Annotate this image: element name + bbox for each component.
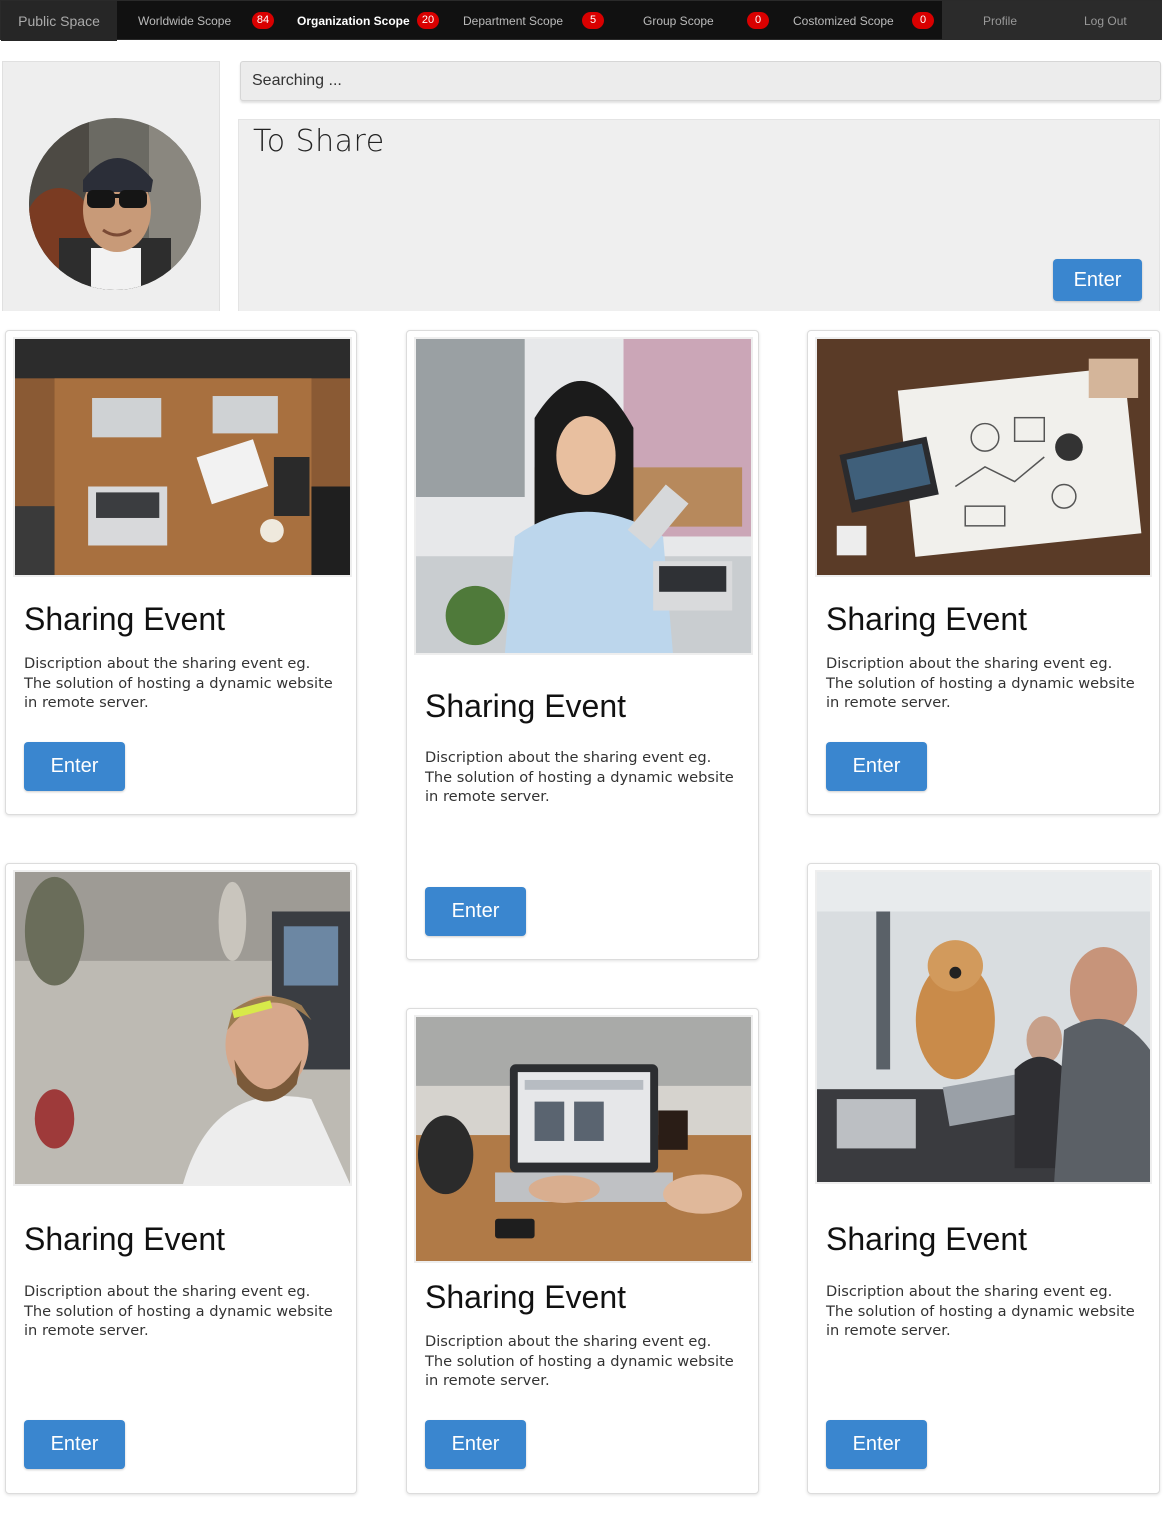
event-card-4: Sharing Event Discription about the shar…: [5, 863, 357, 1494]
card-enter-button[interactable]: Enter: [826, 742, 927, 791]
nav-item-organization-scope[interactable]: Organization Scope: [297, 1, 410, 41]
event-image-laughing-man: [13, 870, 352, 1186]
avatar[interactable]: [29, 118, 201, 290]
organization-count-badge: 20: [417, 12, 439, 29]
share-title: To Share: [253, 124, 385, 159]
event-image-woman-tablet: [414, 337, 753, 655]
search-input[interactable]: [240, 61, 1161, 101]
group-count-badge: 0: [747, 12, 769, 29]
share-enter-button[interactable]: Enter: [1053, 259, 1142, 301]
card-description: Discription about the sharing event eg. …: [425, 749, 734, 805]
card-title: Sharing Event: [24, 1221, 226, 1257]
card-title: Sharing Event: [425, 1279, 627, 1315]
card-enter-button[interactable]: Enter: [24, 1420, 125, 1469]
card-description: Discription about the sharing event eg. …: [826, 655, 1135, 711]
top-navbar: Public Space Worldwide Scope 84 Organiza…: [0, 0, 1162, 41]
nav-brand-public-space[interactable]: Public Space: [1, 1, 117, 41]
share-panel[interactable]: To Share Enter: [238, 119, 1160, 311]
card-description: Discription about the sharing event eg. …: [24, 655, 333, 711]
card-title: Sharing Event: [826, 601, 1028, 637]
card-enter-button[interactable]: Enter: [24, 742, 125, 791]
worldwide-count-badge: 84: [252, 12, 274, 29]
event-image-laptop-typing: [414, 1015, 753, 1263]
card-title: Sharing Event: [425, 688, 627, 724]
card-title: Sharing Event: [24, 601, 226, 637]
nav-right-group: Profile Log Out: [942, 1, 1162, 40]
nav-item-group-scope[interactable]: Group Scope: [643, 1, 714, 41]
nav-logout-link[interactable]: Log Out: [1084, 1, 1127, 41]
event-image-meeting-table: [13, 337, 352, 577]
event-card-5: Sharing Event Discription about the shar…: [406, 1008, 759, 1494]
card-enter-button[interactable]: Enter: [425, 887, 526, 936]
event-image-dog-meeting: [815, 870, 1152, 1184]
event-card-2: Sharing Event Discription about the shar…: [406, 330, 759, 960]
card-description: Discription about the sharing event eg. …: [24, 1283, 333, 1339]
card-description: Discription about the sharing event eg. …: [425, 1333, 734, 1389]
department-count-badge: 5: [582, 12, 604, 29]
nav-item-department-scope[interactable]: Department Scope: [463, 1, 563, 41]
event-card-3: Sharing Event Discription about the shar…: [807, 330, 1160, 815]
card-title: Sharing Event: [826, 1221, 1028, 1257]
event-card-1: Sharing Event Discription about the shar…: [5, 330, 357, 815]
card-enter-button[interactable]: Enter: [425, 1420, 526, 1469]
card-enter-button[interactable]: Enter: [826, 1420, 927, 1469]
card-description: Discription about the sharing event eg. …: [826, 1283, 1135, 1339]
customized-count-badge: 0: [912, 12, 934, 29]
event-image-business-sketch: [815, 337, 1152, 577]
event-card-6: Sharing Event Discription about the shar…: [807, 863, 1160, 1494]
nav-item-worldwide-scope[interactable]: Worldwide Scope: [138, 1, 231, 41]
profile-panel: [2, 61, 220, 311]
nav-item-customized-scope[interactable]: Costomized Scope: [793, 1, 894, 41]
nav-profile-link[interactable]: Profile: [983, 1, 1017, 41]
